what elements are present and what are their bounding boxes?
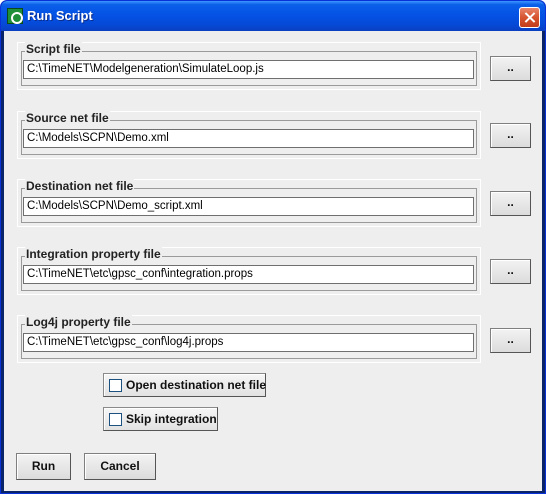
integration-property-file-label: Integration property file <box>25 247 162 261</box>
checkbox-box[interactable] <box>109 413 122 426</box>
skip-integration-checkbox[interactable]: Skip integration <box>103 407 218 431</box>
destination-net-file-label: Destination net file <box>25 179 135 193</box>
open-destination-net-file-checkbox[interactable]: Open destination net file <box>103 373 266 397</box>
dialog-content: Script file C:\TimeNET\Modelgeneration\S… <box>4 31 542 491</box>
run-script-dialog: Run Script Script file C:\TimeNET\Modelg… <box>0 0 546 494</box>
script-file-input[interactable]: C:\TimeNET\Modelgeneration\SimulateLoop.… <box>23 60 474 79</box>
script-file-group: Script file C:\TimeNET\Modelgeneration\S… <box>17 42 481 90</box>
cancel-button[interactable]: Cancel <box>84 453 156 480</box>
log4j-property-file-input[interactable]: C:\TimeNET\etc\gpsc_conf\log4j.props <box>23 333 474 352</box>
timenet-app-icon <box>7 8 23 24</box>
skip-integration-label: Skip integration <box>126 412 217 426</box>
browse-script-file-button[interactable]: .. <box>490 56 531 81</box>
title-bar[interactable]: Run Script <box>1 1 545 31</box>
integration-property-file-group: Integration property file C:\TimeNET\etc… <box>17 247 481 295</box>
log4j-property-file-group: Log4j property file C:\TimeNET\etc\gpsc_… <box>17 315 481 363</box>
source-net-file-label: Source net file <box>25 111 110 125</box>
checkbox-box[interactable] <box>109 379 122 392</box>
browse-integration-property-file-button[interactable]: .. <box>490 259 531 284</box>
destination-net-file-input[interactable]: C:\Models\SCPN\Demo_script.xml <box>23 197 474 216</box>
window-title: Run Script <box>27 8 93 23</box>
source-net-file-group: Source net file C:\Models\SCPN\Demo.xml <box>17 111 481 159</box>
browse-destination-net-file-button[interactable]: .. <box>490 191 531 216</box>
close-icon[interactable] <box>519 7 540 28</box>
destination-net-file-group: Destination net file C:\Models\SCPN\Demo… <box>17 179 481 227</box>
browse-log4j-property-file-button[interactable]: .. <box>490 328 531 353</box>
log4j-property-file-label: Log4j property file <box>25 315 132 329</box>
open-destination-net-file-label: Open destination net file <box>126 378 267 392</box>
script-file-label: Script file <box>25 42 82 56</box>
integration-property-file-input[interactable]: C:\TimeNET\etc\gpsc_conf\integration.pro… <box>23 265 474 284</box>
source-net-file-input[interactable]: C:\Models\SCPN\Demo.xml <box>23 129 474 148</box>
browse-source-net-file-button[interactable]: .. <box>490 123 531 148</box>
run-button[interactable]: Run <box>16 453 71 480</box>
